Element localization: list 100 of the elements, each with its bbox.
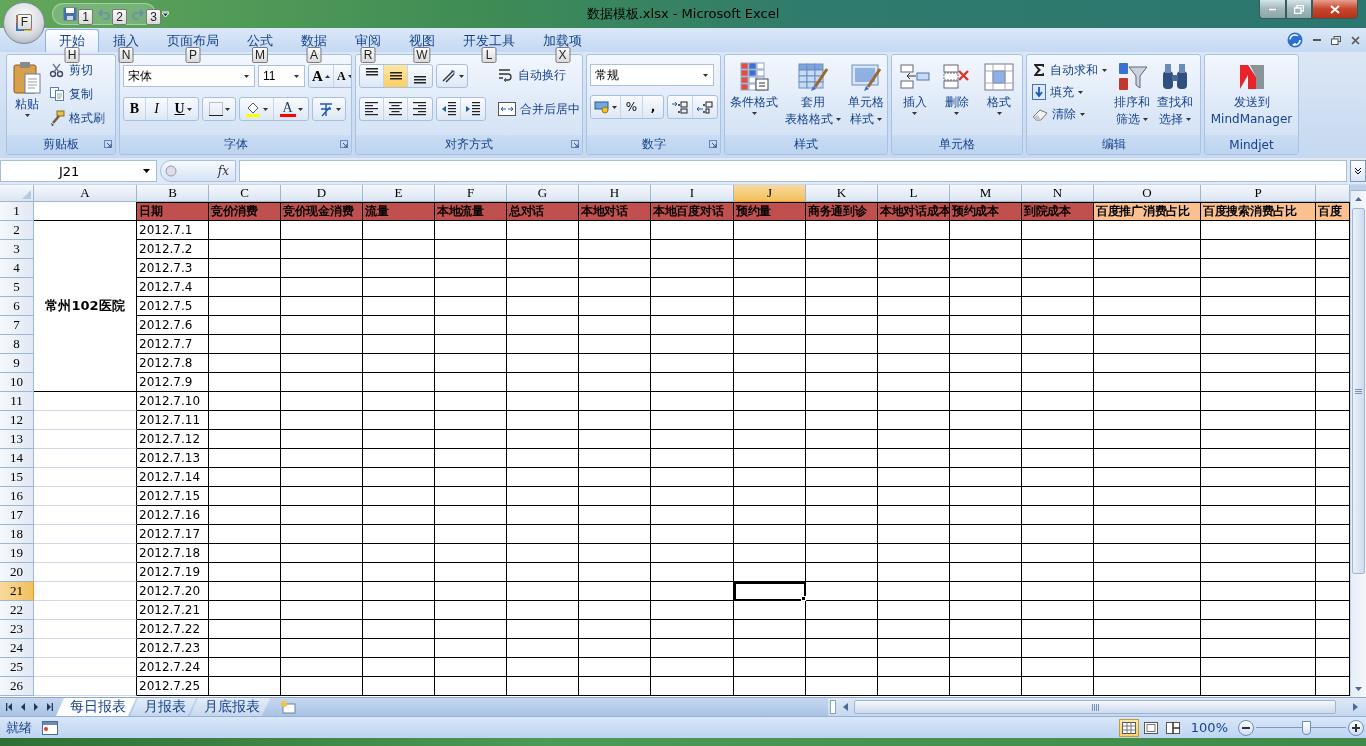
painter-button[interactable]: 格式刷 [47,107,107,129]
wrap-text-button[interactable]: 自动换行 [496,64,582,86]
insert-button[interactable]: 插入 [896,58,933,135]
column-header[interactable]: K [806,185,878,202]
comma-button[interactable]: , [643,96,663,118]
autosum-button[interactable]: 自动求和 [1030,59,1109,81]
row-header[interactable]: 13 [0,430,34,449]
sheet-tab[interactable]: 每日报表 [56,698,136,716]
row-header[interactable]: 6 [0,297,34,316]
row-header[interactable]: 14 [0,449,34,468]
cell-styles-button[interactable]: 单元格 样式 [846,58,886,135]
orientation-button[interactable] [436,64,468,88]
vertical-scrollbar[interactable] [1350,185,1366,697]
row-header[interactable]: 7 [0,316,34,335]
expand-formula-button[interactable] [1350,160,1366,182]
row-header[interactable]: 16 [0,487,34,506]
active-cell[interactable] [734,582,806,601]
row-header[interactable]: 23 [0,620,34,639]
column-header[interactable]: G [507,185,579,202]
fill-button[interactable]: 填充 [1030,81,1109,103]
row-header[interactable]: 26 [0,677,34,696]
percent-button[interactable]: % [621,96,643,118]
column-header[interactable]: J [734,185,806,202]
restore-button[interactable] [1286,0,1312,19]
vertical-align-button[interactable] [384,65,408,87]
row-header[interactable]: 4 [0,259,34,278]
formula-input[interactable] [239,160,1347,182]
save-button[interactable] [61,5,79,23]
phonetic-button[interactable] [312,97,346,121]
column-header[interactable]: M [950,185,1022,202]
conditional-format-button[interactable]: 条件格式 [728,58,780,135]
scroll-thumb[interactable] [854,700,1336,714]
row-header[interactable]: 17 [0,506,34,525]
fill-handle[interactable] [801,596,806,601]
italic-button[interactable]: I [146,98,168,120]
column-header[interactable]: A [34,185,137,202]
shrink-font-button[interactable]: A [333,65,351,87]
delete-button[interactable]: 删除 [939,58,975,135]
close-button[interactable] [1312,0,1358,19]
bold-button[interactable]: B [124,98,146,120]
zoom-in-button[interactable] [1348,719,1364,736]
column-header[interactable]: F [435,185,507,202]
insert-function-button[interactable]: fx [217,164,229,178]
slider-thumb[interactable] [1301,720,1311,735]
column-header[interactable]: B [137,185,209,202]
clear-button[interactable]: 清除 [1030,103,1109,125]
column-header[interactable]: D [281,185,363,202]
merge-center-button[interactable]: 合并后居中 [496,98,582,120]
row-header[interactable]: 18 [0,525,34,544]
row-header[interactable]: 20 [0,563,34,582]
row-header[interactable]: 24 [0,639,34,658]
row-header[interactable]: 22 [0,601,34,620]
view-button[interactable] [1118,718,1139,737]
column-header[interactable]: N [1022,185,1094,202]
sheet-nav-button[interactable] [45,702,53,712]
row-header[interactable]: 19 [0,544,34,563]
grow-font-button[interactable]: A [309,65,334,87]
row-header[interactable]: 15 [0,468,34,487]
borders-button[interactable] [202,97,236,121]
row-header[interactable]: 8 [0,335,34,354]
column-header[interactable]: I [651,185,734,202]
name-box[interactable]: J21 [0,160,157,182]
row-header[interactable]: 10 [0,373,34,392]
paste-button[interactable]: 粘贴 [10,58,44,135]
column-header[interactable]: E [363,185,435,202]
minimize-button[interactable] [1259,0,1286,19]
close-button[interactable] [1351,35,1360,45]
send-to-mindmanager-button[interactable]: 发送到 MindManager [1208,58,1295,135]
restore-button[interactable] [1331,35,1341,45]
underline-button[interactable]: U [168,98,198,120]
row-header[interactable]: 9 [0,354,34,373]
sheet-tab[interactable]: 月底报表 [190,698,270,716]
sheet-nav-button[interactable] [19,702,27,712]
sort-filter-button[interactable]: 排序和 筛选 [1112,58,1152,135]
format-as-table-button[interactable]: 套用 表格格式 [783,58,843,135]
column-header[interactable]: C [209,185,281,202]
row-header[interactable]: 12 [0,411,34,430]
zoom-out-button[interactable] [1238,719,1254,736]
sheet-nav-button[interactable] [32,702,40,712]
row-header[interactable]: 21 [0,582,34,601]
number-format-field[interactable]: 常规 [590,64,714,86]
macro-record-button[interactable] [42,720,58,735]
copy-button[interactable]: 复制 [47,83,107,105]
accounting-button[interactable] [591,96,621,118]
zoom-slider[interactable] [1256,719,1346,736]
horizontal-scrollbar[interactable] [828,698,1366,716]
font-name-field[interactable]: 宋体 [123,65,255,87]
column-header[interactable]: O [1094,185,1201,202]
sheet-nav-button[interactable] [6,702,14,712]
row-header[interactable]: 1 [0,202,34,221]
column-header[interactable]: H [579,185,651,202]
format-button[interactable]: 格式 [981,58,1018,135]
find-select-button[interactable]: 查找和 选择 [1155,58,1195,135]
column-header[interactable]: P [1201,185,1316,202]
row-header[interactable]: 25 [0,658,34,677]
row-header[interactable]: 5 [0,278,34,297]
font-color-button[interactable]: A [274,98,308,120]
scroll-thumb[interactable] [1352,208,1365,574]
font-size-field[interactable]: 11 [258,65,305,87]
row-header[interactable]: 2 [0,221,34,240]
